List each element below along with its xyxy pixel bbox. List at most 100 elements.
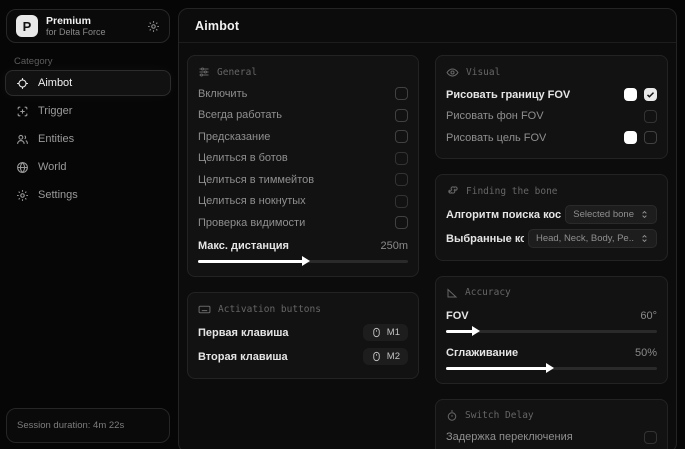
slider-label: Сглаживание	[446, 347, 518, 359]
keyboard-icon	[198, 303, 211, 316]
checkbox[interactable]	[395, 195, 408, 208]
sidebar-item-aimbot[interactable]: Aimbot	[5, 70, 171, 96]
brand-subtitle: for Delta Force	[46, 27, 139, 37]
slider-value: 60°	[640, 310, 657, 322]
color-swatch[interactable]	[624, 88, 637, 101]
checkbox[interactable]	[644, 88, 657, 101]
slider-value: 250m	[380, 240, 408, 252]
toggle-label: Рисовать границу FOV	[446, 89, 570, 101]
sidebar-item-label: Settings	[38, 189, 78, 201]
brand-title: Premium	[46, 15, 139, 27]
sidebar: P Premium for Delta Force Category Aimbo…	[0, 0, 177, 449]
color-swatch[interactable]	[624, 131, 637, 144]
toggle-label: Рисовать фон FOV	[446, 110, 544, 122]
toggle-row: Целиться в ботов	[198, 148, 408, 170]
bone-card: Finding the bone Алгоритм поиска костей …	[435, 174, 668, 261]
section-title: Visual	[466, 67, 500, 78]
dropdown-label: Алгоритм поиска костей	[446, 209, 561, 221]
slider-thumb[interactable]	[472, 326, 480, 336]
bone-algorithm-dropdown[interactable]: Selected bone	[565, 205, 657, 224]
toggle-row: Целиться в нокнутых	[198, 191, 408, 213]
session-duration: Session duration: 4m 22s	[6, 408, 170, 443]
brand-card: P Premium for Delta Force	[6, 9, 170, 43]
keybind-row: Первая клавиша M1	[198, 321, 408, 345]
app-logo: P	[16, 15, 38, 37]
checkbox[interactable]	[644, 110, 657, 123]
keybind-label: Первая клавиша	[198, 327, 289, 339]
slider-label: Макс. дистанция	[198, 240, 289, 252]
trigger-icon	[16, 105, 29, 118]
toggle-label: Задержка переключения	[446, 431, 573, 443]
keybind-row: Вторая клавиша M2	[198, 345, 408, 369]
checkbox[interactable]	[395, 130, 408, 143]
sidebar-item-world[interactable]: World	[5, 154, 171, 180]
checkbox[interactable]	[395, 152, 408, 165]
sidebar-nav: Aimbot Trigger Entities World Settings	[5, 70, 171, 210]
users-icon	[16, 133, 29, 146]
eye-icon	[446, 66, 459, 79]
section-title: General	[217, 67, 257, 78]
sidebar-item-entities[interactable]: Entities	[5, 126, 171, 152]
fov-slider[interactable]	[446, 330, 657, 333]
mouse-icon	[371, 327, 382, 338]
bone-icon	[446, 185, 459, 198]
timer-icon	[446, 410, 458, 422]
toggle-row: Рисовать границу FOV	[446, 84, 657, 106]
toggle-row: Рисовать фон FOV	[446, 106, 657, 128]
activation-card: Activation buttons Первая клавиша M1 Вто…	[187, 292, 419, 379]
checkbox[interactable]	[395, 87, 408, 100]
section-title: Accuracy	[465, 287, 511, 298]
toggle-row: Предсказание	[198, 126, 408, 148]
toggle-label: Проверка видимости	[198, 217, 305, 229]
toggle-label: Предсказание	[198, 131, 270, 143]
dropdown-row: Алгоритм поиска костей Selected bone	[446, 203, 657, 227]
toggle-label: Включить	[198, 88, 247, 100]
sliders-icon	[198, 66, 210, 78]
checkbox[interactable]	[644, 431, 657, 444]
checkbox[interactable]	[395, 173, 408, 186]
keybind-button-m1[interactable]: M1	[363, 324, 408, 341]
category-label: Category	[14, 56, 53, 67]
fov-slider-group: FOV 60°	[446, 304, 657, 337]
general-card: General Включить Всегда работать Предска…	[187, 55, 419, 277]
toggle-label: Целиться в тиммейтов	[198, 174, 314, 186]
smoothing-slider-group: Сглаживание 50%	[446, 341, 657, 374]
smoothing-slider[interactable]	[446, 367, 657, 370]
selected-bones-dropdown[interactable]: Head, Neck, Body, Pe..	[528, 229, 657, 248]
toggle-row: Рисовать цель FOV	[446, 127, 657, 149]
chevrons-up-down-icon	[640, 210, 649, 219]
slider-label: FOV	[446, 310, 469, 322]
toggle-row: Проверка видимости	[198, 212, 408, 234]
accuracy-card: Accuracy FOV 60° Сглаживание 50%	[435, 276, 668, 384]
settings-gear-icon	[16, 189, 29, 202]
checkbox[interactable]	[395, 109, 408, 122]
sidebar-item-label: Aimbot	[38, 77, 72, 89]
toggle-label: Всегда работать	[198, 109, 282, 121]
switch-delay-card: Switch Delay Задержка переключения Задер…	[435, 399, 668, 449]
checkbox[interactable]	[395, 216, 408, 229]
dropdown-row: Выбранные кости Head, Neck, Body, Pe..	[446, 227, 657, 251]
keybind-button-m2[interactable]: M2	[363, 348, 408, 365]
max-distance-slider[interactable]	[198, 260, 408, 263]
sidebar-item-label: Trigger	[38, 105, 72, 117]
mouse-icon	[371, 351, 382, 362]
main-header: Aimbot	[179, 9, 676, 43]
chevrons-up-down-icon	[640, 234, 649, 243]
checkbox[interactable]	[644, 131, 657, 144]
toggle-label: Целиться в ботов	[198, 152, 288, 164]
toggle-label: Рисовать цель FOV	[446, 132, 546, 144]
slider-thumb[interactable]	[546, 363, 554, 373]
sidebar-item-settings[interactable]: Settings	[5, 182, 171, 208]
toggle-row: Задержка переключения	[446, 427, 657, 449]
toggle-label: Целиться в нокнутых	[198, 195, 306, 207]
gear-icon[interactable]	[147, 20, 160, 33]
slider-thumb[interactable]	[302, 256, 310, 266]
sidebar-item-trigger[interactable]: Trigger	[5, 98, 171, 124]
sidebar-item-label: Entities	[38, 133, 74, 145]
section-title: Switch Delay	[465, 410, 534, 421]
page-title: Aimbot	[195, 19, 239, 33]
crosshair-icon	[16, 77, 29, 90]
max-distance-slider-group: Макс. дистанция 250m	[198, 234, 408, 267]
visual-card: Visual Рисовать границу FOV Рисовать фон…	[435, 55, 668, 159]
toggle-row: Включить	[198, 83, 408, 105]
